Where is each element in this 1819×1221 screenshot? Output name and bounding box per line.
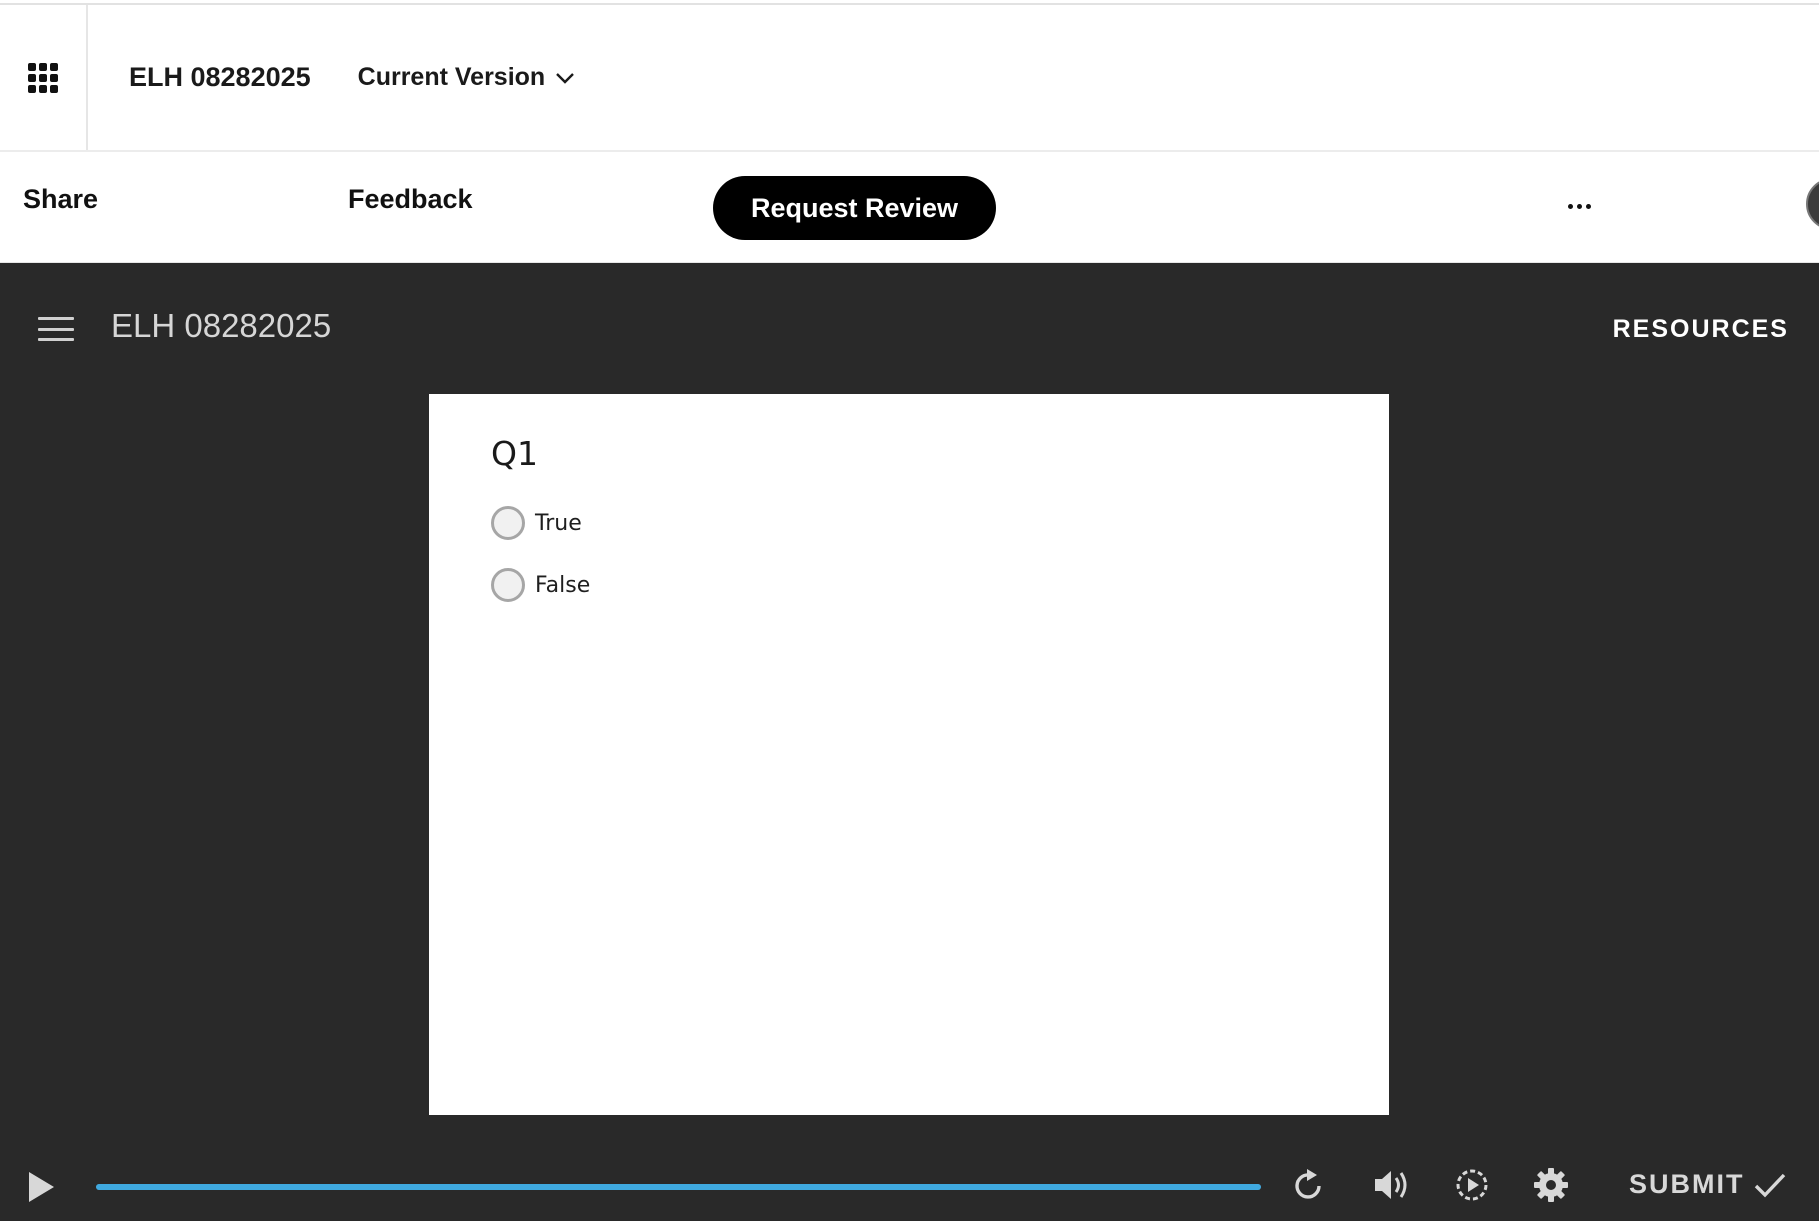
share-button[interactable]: Share	[23, 184, 98, 215]
version-dropdown[interactable]: Current Version	[358, 63, 576, 92]
play-icon[interactable]	[26, 1170, 56, 1204]
apps-menu-button[interactable]	[0, 5, 88, 150]
resources-button[interactable]: RESOURCES	[1613, 315, 1789, 344]
progress-bar[interactable]	[96, 1184, 1261, 1190]
course-title: ELH 08282025	[111, 307, 332, 344]
version-label: Current Version	[357, 63, 546, 91]
feedback-button[interactable]: Feedback	[348, 184, 473, 215]
apps-grid-icon	[28, 62, 58, 93]
more-icon[interactable]	[1562, 192, 1596, 220]
option-false[interactable]: False	[491, 568, 590, 602]
course-player: ELH 08282025 RESOURCES Q1 True False SUB…	[0, 263, 1819, 1221]
submit-label: SUBMIT	[1629, 1169, 1745, 1199]
progress-fill	[96, 1184, 1261, 1190]
radio-button[interactable]	[491, 568, 525, 602]
slide: Q1 True False	[429, 394, 1389, 1115]
option-true[interactable]: True	[491, 506, 582, 540]
gear-icon[interactable]	[1533, 1167, 1569, 1203]
player-controls: SUBMIT	[0, 1151, 1819, 1221]
app-bar: ELH 08282025 Current Version	[0, 5, 1819, 152]
option-label: False	[535, 572, 591, 598]
action-bar: Share Feedback Request Review	[0, 152, 1819, 263]
option-label: True	[535, 510, 582, 536]
playback-speed-icon[interactable]	[1454, 1167, 1490, 1203]
radio-button[interactable]	[491, 506, 525, 540]
request-review-button[interactable]: Request Review	[713, 176, 996, 240]
project-title: ELH 08282025	[129, 62, 311, 92]
menu-icon[interactable]	[38, 317, 74, 341]
question-title: Q1	[491, 434, 538, 473]
volume-icon[interactable]	[1373, 1167, 1411, 1203]
avatar[interactable]	[1806, 178, 1819, 230]
chevron-down-icon	[556, 72, 575, 84]
replay-icon[interactable]	[1292, 1167, 1326, 1203]
check-icon	[1754, 1173, 1785, 1197]
submit-button[interactable]: SUBMIT	[1629, 1169, 1787, 1200]
